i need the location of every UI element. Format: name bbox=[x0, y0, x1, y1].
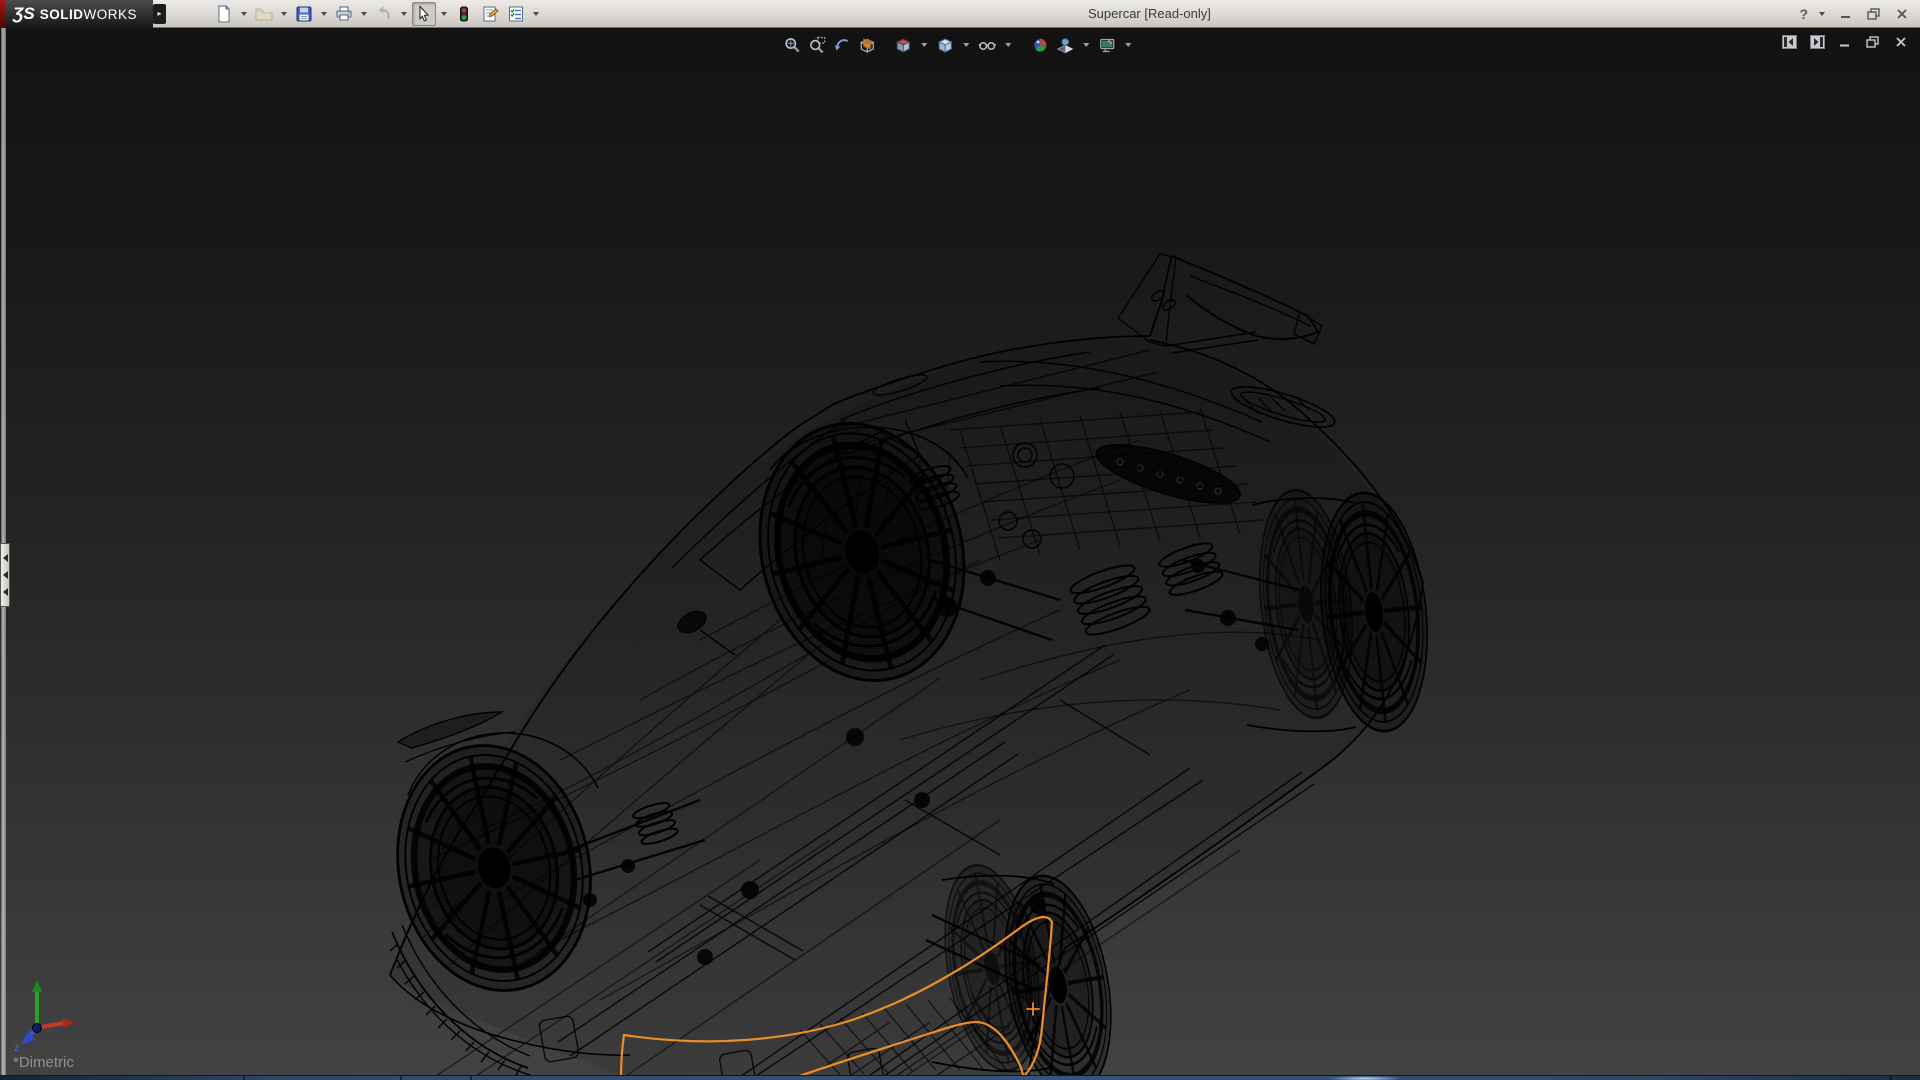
save-dropdown-caret[interactable] bbox=[321, 12, 327, 16]
taskbar-glow bbox=[1330, 1076, 1400, 1080]
view-orientation-icon bbox=[894, 36, 912, 54]
view-settings-icon bbox=[1098, 36, 1116, 54]
new-document-icon bbox=[215, 5, 233, 23]
print-icon bbox=[335, 5, 353, 23]
display-style-button[interactable] bbox=[935, 35, 955, 55]
menu-bar: ƷS SOLIDWORKS ▸ bbox=[0, 0, 1920, 28]
heads-up-view-toolbar bbox=[782, 34, 1134, 56]
view-settings-button[interactable] bbox=[1097, 35, 1117, 55]
display-style-caret[interactable] bbox=[963, 43, 969, 47]
restore-icon bbox=[1867, 8, 1881, 20]
apply-scene-button[interactable] bbox=[1055, 35, 1075, 55]
close-icon bbox=[1896, 8, 1908, 20]
display-style-icon bbox=[936, 36, 954, 54]
triad-z-label: z bbox=[14, 1042, 20, 1054]
file-properties-button[interactable] bbox=[478, 2, 502, 26]
previous-view-button[interactable] bbox=[832, 35, 852, 55]
appearance-ball-icon bbox=[1031, 36, 1049, 54]
minimize-button[interactable] bbox=[1836, 5, 1856, 23]
pane-toggle-left-icon bbox=[1782, 35, 1797, 49]
new-dropdown-caret[interactable] bbox=[241, 12, 247, 16]
solidworks-logo[interactable]: ƷS SOLIDWORKS bbox=[5, 0, 153, 28]
save-button[interactable] bbox=[292, 2, 316, 26]
new-document-button[interactable] bbox=[212, 2, 236, 26]
undo-dropdown-caret[interactable] bbox=[401, 12, 407, 16]
restore-button[interactable] bbox=[1864, 5, 1884, 23]
select-tool-button[interactable] bbox=[412, 2, 436, 26]
view-orientation-button[interactable] bbox=[893, 35, 913, 55]
save-floppy-icon bbox=[295, 5, 313, 23]
undo-button[interactable] bbox=[372, 2, 396, 26]
logo-brand: SOLIDWORKS bbox=[40, 7, 137, 22]
minimize-document-button[interactable] bbox=[1836, 34, 1854, 50]
model-scene: x z bbox=[0, 28, 1920, 1080]
pane-toggle-left-button[interactable] bbox=[1780, 34, 1798, 50]
section-view-icon bbox=[858, 36, 876, 54]
taskbar-edge bbox=[0, 1075, 1920, 1080]
document-title: Supercar [Read-only] bbox=[1088, 6, 1211, 21]
options-dropdown-caret[interactable] bbox=[533, 12, 539, 16]
window-controls: ? bbox=[1799, 0, 1912, 28]
close-button[interactable] bbox=[1892, 5, 1912, 23]
restore-document-button[interactable] bbox=[1864, 34, 1882, 50]
apply-scene-icon bbox=[1056, 36, 1074, 54]
undo-icon bbox=[375, 5, 393, 23]
print-button[interactable] bbox=[332, 2, 356, 26]
edit-appearance-button[interactable] bbox=[1030, 35, 1050, 55]
collapse-arrow-icon bbox=[3, 554, 8, 562]
restore-document-icon bbox=[1866, 36, 1880, 48]
stoplight-button[interactable] bbox=[452, 2, 476, 26]
minimize-icon bbox=[1840, 8, 1852, 20]
eyeglasses-icon bbox=[978, 36, 996, 54]
open-folder-icon bbox=[255, 5, 273, 23]
view-orientation-caret[interactable] bbox=[921, 43, 927, 47]
collapsed-feature-tree-tab[interactable] bbox=[0, 543, 10, 607]
standard-toolbar bbox=[212, 0, 542, 28]
collapse-arrow-icon bbox=[3, 571, 8, 579]
apply-scene-caret[interactable] bbox=[1083, 43, 1089, 47]
hide-show-items-button[interactable] bbox=[977, 35, 997, 55]
menu-flyout-arrow[interactable]: ▸ bbox=[153, 4, 166, 24]
collapse-arrow-icon bbox=[3, 588, 8, 596]
close-document-button[interactable] bbox=[1892, 34, 1910, 50]
close-document-icon bbox=[1895, 36, 1907, 48]
view-settings-caret[interactable] bbox=[1125, 43, 1131, 47]
section-view-button[interactable] bbox=[857, 35, 877, 55]
logo-glyph: ƷS bbox=[13, 4, 35, 24]
open-button[interactable] bbox=[252, 2, 276, 26]
solidworks-window: x z ƷS SOLIDWORKS ▸ bbox=[0, 0, 1920, 1080]
previous-view-icon bbox=[833, 36, 851, 54]
zoom-to-fit-icon bbox=[783, 36, 801, 54]
zoom-to-fit-button[interactable] bbox=[782, 35, 802, 55]
select-cursor-icon bbox=[415, 5, 433, 23]
help-button[interactable]: ? bbox=[1799, 6, 1808, 22]
print-dropdown-caret[interactable] bbox=[361, 12, 367, 16]
select-dropdown-caret[interactable] bbox=[441, 12, 447, 16]
minimize-document-icon bbox=[1839, 36, 1851, 48]
pane-toggle-right-button[interactable] bbox=[1808, 34, 1826, 50]
zoom-to-area-button[interactable] bbox=[807, 35, 827, 55]
triad-x-label: x bbox=[77, 1019, 83, 1031]
open-dropdown-caret[interactable] bbox=[281, 12, 287, 16]
options-button[interactable] bbox=[504, 2, 528, 26]
pane-toggle-right-icon bbox=[1810, 35, 1825, 49]
document-window-controls bbox=[1780, 34, 1910, 50]
reference-triad: x z bbox=[14, 980, 83, 1054]
zoom-to-area-icon bbox=[808, 36, 826, 54]
stoplight-icon bbox=[455, 5, 473, 23]
help-dropdown-caret[interactable] bbox=[1819, 12, 1825, 16]
hide-show-items-caret[interactable] bbox=[1005, 43, 1011, 47]
file-properties-icon bbox=[481, 5, 499, 23]
view-orientation-label: *Dimetric bbox=[13, 1054, 74, 1071]
options-checklist-icon bbox=[507, 5, 525, 23]
car-wireframe-model[interactable] bbox=[375, 254, 1438, 1080]
